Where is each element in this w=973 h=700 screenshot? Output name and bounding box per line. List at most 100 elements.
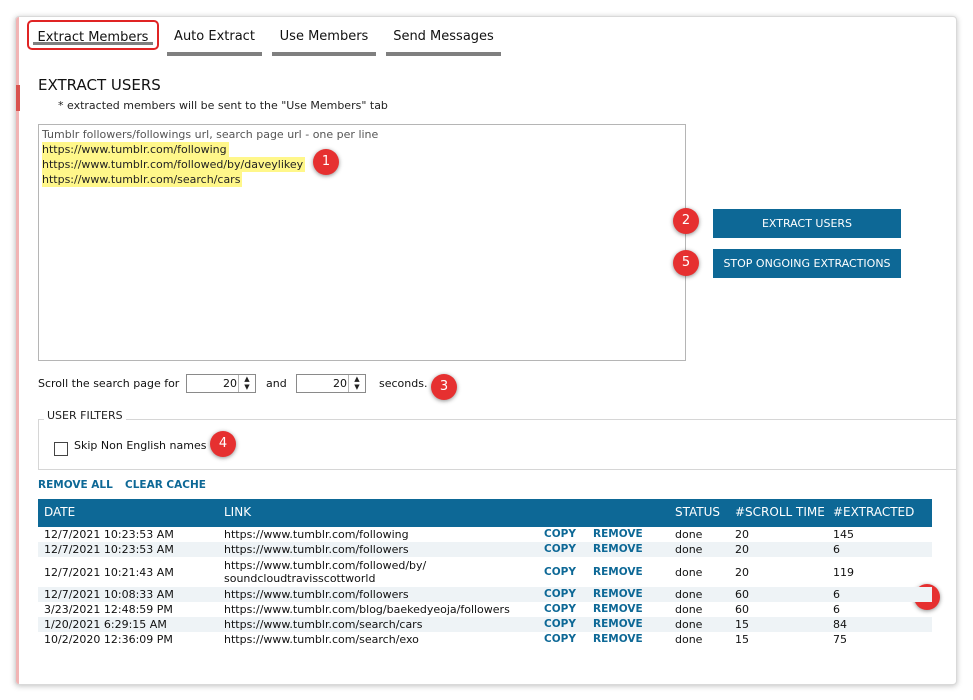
copy-link-button[interactable]: COPY <box>538 542 587 557</box>
remove-row-button[interactable]: REMOVE <box>587 587 669 602</box>
cell-status: done <box>675 633 703 646</box>
chevron-down-icon[interactable]: ▼ <box>349 383 365 391</box>
chevron-down-icon[interactable]: ▼ <box>239 383 255 391</box>
cell-link: https://www.tumblr.com/following <box>224 528 409 541</box>
cell-extracted: 6 <box>827 542 932 557</box>
cell-extracted: 145 <box>833 528 854 541</box>
copy-link-button[interactable]: COPY <box>538 632 587 647</box>
section-note: * extracted members will be sent to the … <box>58 99 388 112</box>
header-copy <box>538 499 587 527</box>
scroll-and-label: and <box>266 377 287 390</box>
scroll-time-row: Scroll the search page for 20 ▲ ▼ and 20… <box>38 373 458 395</box>
chevron-up-icon[interactable]: ▲ <box>239 375 255 383</box>
tab-bar: Extract Members Auto Extract Use Members… <box>16 17 956 57</box>
remove-row-button[interactable]: REMOVE <box>587 617 669 632</box>
user-filters-group: Skip Non English names <box>38 419 956 470</box>
cell-extracted: 6 <box>833 603 840 616</box>
extractions-table: DATE LINK STATUS #SCROLL TIME #EXTRACTED… <box>38 499 932 647</box>
header-date: DATE <box>38 499 218 527</box>
remove-all-link[interactable]: REMOVE ALL <box>38 479 113 491</box>
scroll-label: Scroll the search page for <box>38 377 180 390</box>
remove-row-button[interactable]: REMOVE <box>587 602 669 617</box>
scroll-unit-label: seconds. <box>379 377 428 390</box>
skip-non-english-label[interactable]: Skip Non English names <box>74 439 206 452</box>
callout-badge-5: 5 <box>673 250 699 276</box>
tab-underline <box>33 42 153 45</box>
clear-cache-link[interactable]: CLEAR CACHE <box>125 479 206 491</box>
header-remove <box>587 499 669 527</box>
chevron-up-icon[interactable]: ▲ <box>349 375 365 383</box>
table-row: 12/7/2021 10:08:33 AM https://www.tumblr… <box>38 587 932 602</box>
cell-date: 10/2/2020 12:36:09 PM <box>44 633 173 646</box>
cell-date: 3/23/2021 12:48:59 PM <box>44 603 173 616</box>
header-status: STATUS <box>669 499 729 527</box>
url-line: https://www.tumblr.com/followed/by/davey… <box>42 157 306 172</box>
cell-status: done <box>669 617 729 632</box>
cell-status: done <box>675 603 703 616</box>
copy-link-button[interactable]: COPY <box>538 587 587 602</box>
tab-send-messages[interactable]: Send Messages <box>386 28 501 56</box>
callout-badge-1: 1 <box>313 149 339 175</box>
table-row: 12/7/2021 10:23:53 AM https://www.tumblr… <box>38 527 932 542</box>
remove-row-button[interactable]: REMOVE <box>587 557 669 587</box>
copy-link-button[interactable]: COPY <box>538 617 587 632</box>
cell-scroll-time: 20 <box>735 528 749 541</box>
scroll-from-stepper[interactable]: 20 ▲ ▼ <box>186 374 256 393</box>
tab-label: Use Members <box>279 29 369 44</box>
cell-scroll-time: 60 <box>729 587 827 602</box>
header-extracted: #EXTRACTED <box>827 499 932 527</box>
table-row: 10/2/2020 12:36:09 PM https://www.tumblr… <box>38 632 932 647</box>
header-link: LINK <box>218 499 538 527</box>
tab-extract-members[interactable]: Extract Members <box>27 20 159 50</box>
stop-extractions-button[interactable]: STOP ONGOING EXTRACTIONS <box>713 249 901 278</box>
url-line: https://www.tumblr.com/following <box>42 142 229 157</box>
callout-badge-2: 2 <box>673 208 699 234</box>
copy-link-button[interactable]: COPY <box>538 557 587 587</box>
remove-row-button[interactable]: REMOVE <box>587 632 669 647</box>
user-filters-title: USER FILTERS <box>44 409 126 422</box>
scroll-to-stepper[interactable]: 20 ▲ ▼ <box>296 374 366 393</box>
table-header-row: DATE LINK STATUS #SCROLL TIME #EXTRACTED <box>38 499 932 527</box>
app-window: Extract Members Auto Extract Use Members… <box>15 16 957 685</box>
cell-link: https://www.tumblr.com/followers <box>218 542 538 557</box>
cell-date: 12/7/2021 10:23:53 AM <box>38 542 218 557</box>
cell-date: 1/20/2021 6:29:15 AM <box>38 617 218 632</box>
skip-non-english-checkbox[interactable] <box>54 442 68 456</box>
cell-extracted: 6 <box>827 587 932 602</box>
cell-scroll-time: 15 <box>735 633 749 646</box>
remove-row-button[interactable]: REMOVE <box>587 542 669 557</box>
cell-link: https://www.tumblr.com/search/cars <box>218 617 538 632</box>
cell-scroll-time: 15 <box>729 617 827 632</box>
cell-scroll-time: 20 <box>729 542 827 557</box>
table-row: 1/20/2021 6:29:15 AM https://www.tumblr.… <box>38 617 932 632</box>
cell-date: 12/7/2021 10:23:53 AM <box>44 528 174 541</box>
table-row: 12/7/2021 10:23:53 AM https://www.tumblr… <box>38 542 932 557</box>
urls-textarea[interactable]: Tumblr followers/followings url, search … <box>38 124 686 361</box>
scroll-from-value: 20 <box>223 377 237 390</box>
tab-auto-extract[interactable]: Auto Extract <box>167 28 262 56</box>
copy-link-button[interactable]: COPY <box>538 602 587 617</box>
stepper-arrows[interactable]: ▲ ▼ <box>348 375 365 392</box>
cell-date: 12/7/2021 10:21:43 AM <box>44 565 174 579</box>
section-title: EXTRACT USERS <box>38 76 161 94</box>
cell-link: https://www.tumblr.com/blog/baekedyeoja/… <box>224 603 510 616</box>
copy-link-button[interactable]: COPY <box>538 527 587 542</box>
stepper-arrows[interactable]: ▲ ▼ <box>238 375 255 392</box>
tab-label: Auto Extract <box>174 29 255 44</box>
cell-link: https://www.tumblr.com/search/exo <box>224 633 419 646</box>
cell-extracted: 119 <box>833 565 854 579</box>
cell-status: done <box>675 565 703 579</box>
url-line: https://www.tumblr.com/search/cars <box>42 172 243 187</box>
table-row: 3/23/2021 12:48:59 PM https://www.tumblr… <box>38 602 932 617</box>
cell-extracted: 75 <box>833 633 847 646</box>
tab-label: Send Messages <box>393 29 494 44</box>
cell-status: done <box>669 542 729 557</box>
cell-date: 12/7/2021 10:08:33 AM <box>38 587 218 602</box>
extract-users-button[interactable]: EXTRACT USERS <box>713 209 901 238</box>
cell-status: done <box>675 528 703 541</box>
header-scroll-time: #SCROLL TIME <box>729 499 827 527</box>
cell-link: https://www.tumblr.com/followers <box>218 587 538 602</box>
remove-row-button[interactable]: REMOVE <box>587 527 669 542</box>
tab-use-members[interactable]: Use Members <box>272 28 376 56</box>
scroll-to-value: 20 <box>333 377 347 390</box>
